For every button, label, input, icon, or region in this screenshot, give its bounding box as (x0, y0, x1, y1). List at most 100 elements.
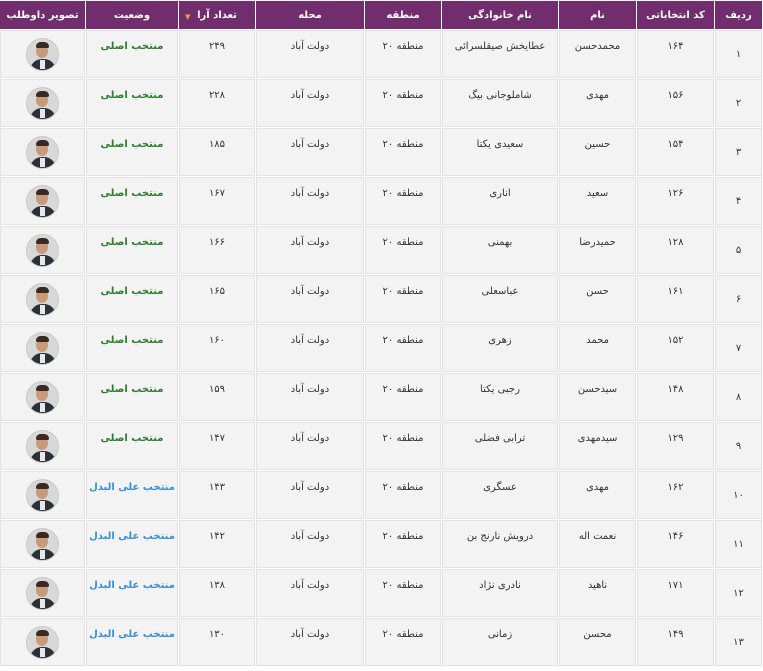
cell-first-name-text: نعمت اله (578, 531, 617, 542)
cell-votes-text: ۱۴۳ (208, 482, 226, 493)
cell-votes-text: ۱۶۶ (208, 237, 226, 248)
candidate-avatar[interactable] (26, 381, 59, 414)
avatar-shirt-shape (40, 599, 45, 608)
cell-status: منتخب اصلی (86, 226, 178, 274)
header-candidate-photo[interactable]: تصویر داوطلب (0, 1, 85, 29)
candidate-avatar[interactable] (26, 430, 59, 463)
avatar-hair-shape (36, 140, 49, 146)
cell-first-name-text: حسین (584, 139, 611, 150)
cell-row-number-text: ۷ (735, 343, 742, 354)
header-region[interactable]: منطقه (365, 1, 441, 29)
cell-last-name-text: سعیدی یکتا (476, 139, 524, 150)
cell-row-number-text: ۱۱ (733, 539, 744, 550)
cell-election-code: ۱۵۶ (637, 79, 714, 127)
cell-election-code: ۱۴۸ (637, 373, 714, 421)
cell-neighborhood-text: دولت آباد (290, 286, 330, 297)
cell-region-text: منطقه ۲۰ (382, 482, 424, 493)
header-votes[interactable]: تعداد آرا ▼ (179, 1, 255, 29)
cell-row-number: ۵ (715, 226, 762, 274)
candidate-avatar[interactable] (26, 626, 59, 659)
cell-status: منتخب علی البدل (86, 618, 178, 666)
cell-status: منتخب اصلی (86, 30, 178, 78)
header-status[interactable]: وضعیت (86, 1, 178, 29)
cell-row-number: ۱۱ (715, 520, 762, 568)
cell-votes: ۲۴۹ (179, 30, 255, 78)
cell-region: منطقه ۲۰ (365, 569, 441, 617)
avatar-hair-shape (36, 385, 49, 391)
cell-first-name-text: مهدی (585, 482, 610, 493)
cell-votes-text: ۱۴۷ (208, 433, 226, 444)
cell-first-name: سعید (559, 177, 636, 225)
avatar-hair-shape (36, 91, 49, 97)
cell-row-number: ۱۲ (715, 569, 762, 617)
cell-neighborhood: دولت آباد (256, 128, 364, 176)
cell-first-name: مهدی (559, 471, 636, 519)
cell-neighborhood-text: دولت آباد (290, 139, 330, 150)
candidate-avatar[interactable] (26, 577, 59, 610)
cell-last-name: اناری (442, 177, 558, 225)
candidate-avatar[interactable] (26, 479, 59, 512)
cell-region: منطقه ۲۰ (365, 79, 441, 127)
cell-row-number-text: ۱ (735, 49, 742, 60)
avatar-hair-shape (36, 434, 49, 440)
cell-row-number-text: ۴ (735, 196, 742, 207)
header-neighborhood[interactable]: محله (256, 1, 364, 29)
cell-first-name-text: حمیدرضا (579, 237, 616, 248)
header-row-number[interactable]: ردیف (715, 1, 762, 29)
cell-region-text: منطقه ۲۰ (382, 139, 424, 150)
cell-status-text: منتخب علی البدل (89, 482, 175, 493)
cell-election-code: ۱۴۹ (637, 618, 714, 666)
cell-neighborhood-text: دولت آباد (290, 41, 330, 52)
cell-votes: ۱۴۷ (179, 422, 255, 470)
cell-last-name: رجبی یکتا (442, 373, 558, 421)
cell-status-text: منتخب اصلی (100, 237, 164, 248)
cell-last-name: عطایخش صیقلسرائی (442, 30, 558, 78)
cell-last-name-text: رجبی یکتا (480, 384, 520, 395)
cell-region: منطقه ۲۰ (365, 324, 441, 372)
cell-neighborhood-text: دولت آباد (290, 188, 330, 199)
header-first-name[interactable]: نام (559, 1, 636, 29)
cell-status-text: منتخب اصلی (100, 41, 164, 52)
cell-candidate-photo (0, 373, 85, 421)
cell-status: منتخب علی البدل (86, 471, 178, 519)
candidate-avatar[interactable] (26, 528, 59, 561)
cell-first-name-text: ناهید (587, 580, 608, 591)
cell-candidate-photo (0, 520, 85, 568)
candidate-avatar[interactable] (26, 38, 59, 71)
avatar-hair-shape (36, 189, 49, 195)
header-election-code[interactable]: کد انتخاباتی (637, 1, 714, 29)
cell-last-name-text: بهمنی (487, 237, 513, 248)
avatar-shirt-shape (40, 158, 45, 167)
candidate-avatar[interactable] (26, 283, 59, 316)
candidate-avatar[interactable] (26, 185, 59, 218)
cell-row-number: ۳ (715, 128, 762, 176)
cell-candidate-photo (0, 177, 85, 225)
cell-status-text: منتخب اصلی (100, 286, 164, 297)
candidate-avatar[interactable] (26, 234, 59, 267)
cell-candidate-photo (0, 422, 85, 470)
candidate-avatar[interactable] (26, 332, 59, 365)
cell-election-code: ۱۴۶ (637, 520, 714, 568)
cell-election-code: ۱۲۹ (637, 422, 714, 470)
avatar-hair-shape (36, 336, 49, 342)
cell-region-text: منطقه ۲۰ (382, 41, 424, 52)
cell-election-code-text: ۱۴۸ (667, 384, 684, 395)
candidate-avatar[interactable] (26, 87, 59, 120)
header-last-name[interactable]: نام خانوادگی (442, 1, 558, 29)
cell-first-name-text: محمدحسن (574, 41, 621, 52)
cell-region: منطقه ۲۰ (365, 373, 441, 421)
cell-region: منطقه ۲۰ (365, 520, 441, 568)
cell-votes: ۱۶۷ (179, 177, 255, 225)
avatar-shirt-shape (40, 256, 45, 265)
candidate-avatar[interactable] (26, 136, 59, 169)
cell-election-code: ۱۵۲ (637, 324, 714, 372)
cell-neighborhood: دولت آباد (256, 79, 364, 127)
cell-neighborhood: دولت آباد (256, 422, 364, 470)
cell-votes-text: ۲۲۸ (208, 90, 226, 101)
cell-status-text: منتخب اصلی (100, 90, 164, 101)
cell-region-text: منطقه ۲۰ (382, 90, 424, 101)
cell-last-name: عسگری (442, 471, 558, 519)
cell-votes: ۱۳۰ (179, 618, 255, 666)
cell-region: منطقه ۲۰ (365, 177, 441, 225)
table-row: ۶ ۱۶۱ حسن عباسعلی منطقه ۲۰ دولت آباد ۱۶۵ منتخب … (0, 275, 762, 323)
